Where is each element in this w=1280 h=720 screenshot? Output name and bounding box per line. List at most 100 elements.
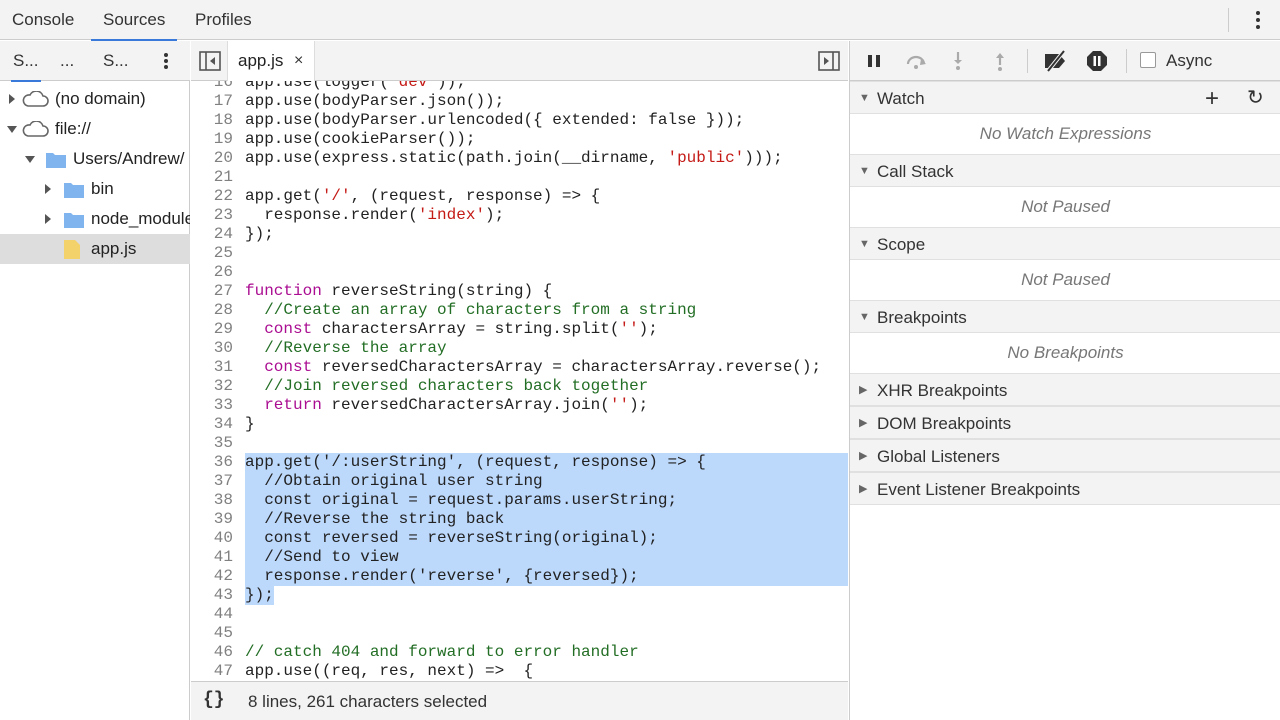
call-stack-pane-header[interactable]: ▼ Call Stack xyxy=(850,154,1280,187)
pretty-print-icon[interactable]: {} xyxy=(203,690,225,710)
code-line[interactable]: 42 response.render('reverse', {reversed}… xyxy=(191,567,848,586)
line-number[interactable]: 25 xyxy=(191,244,233,263)
code-line[interactable]: 47 app.use((req, res, next) => { xyxy=(191,662,848,681)
breakpoints-pane-header[interactable]: ▼ Breakpoints xyxy=(850,300,1280,333)
toggle-debugger-sidebar-icon[interactable] xyxy=(818,51,840,71)
line-number[interactable]: 26 xyxy=(191,263,233,282)
line-number[interactable]: 32 xyxy=(191,377,233,396)
more-options-icon[interactable] xyxy=(1250,8,1266,32)
line-number[interactable]: 16 xyxy=(191,81,233,92)
navigator-menu-icon[interactable] xyxy=(159,51,173,71)
code-line[interactable]: 34} xyxy=(191,415,848,434)
tree-item-bin-folder[interactable]: bin xyxy=(0,174,190,204)
expand-arrow-icon[interactable] xyxy=(42,204,54,234)
refresh-watch-icon[interactable]: ↻ xyxy=(1247,82,1264,115)
code-line[interactable]: 18 app.use(bodyParser.urlencoded({ extend… xyxy=(191,111,848,130)
tab-sources[interactable]: Sources xyxy=(91,0,178,41)
line-number[interactable]: 41 xyxy=(191,548,233,567)
code-line[interactable]: 23 response.render('index'); xyxy=(191,206,848,225)
code-line[interactable]: 38 const original = request.params.userS… xyxy=(191,491,848,510)
code-line[interactable]: 24}); xyxy=(191,225,848,244)
tree-item-no-domain[interactable]: (no domain) xyxy=(0,84,190,114)
code-line[interactable]: 33 return reversedCharactersArray.join('… xyxy=(191,396,848,415)
close-tab-icon[interactable]: × xyxy=(294,41,303,81)
line-number[interactable]: 45 xyxy=(191,624,233,643)
navigator-tab-sources[interactable]: S... xyxy=(11,41,41,82)
code-line[interactable]: 27 function reverseString(string) { xyxy=(191,282,848,301)
line-number[interactable]: 34 xyxy=(191,415,233,434)
line-number[interactable]: 36 xyxy=(191,453,233,472)
pause-on-exceptions-icon[interactable] xyxy=(1085,49,1109,73)
line-number[interactable]: 37 xyxy=(191,472,233,491)
line-number[interactable]: 38 xyxy=(191,491,233,510)
code-line[interactable]: 45 xyxy=(191,624,848,643)
line-number[interactable]: 42 xyxy=(191,567,233,586)
scope-pane-header[interactable]: ▼ Scope xyxy=(850,227,1280,260)
add-watch-icon[interactable]: + xyxy=(1205,82,1219,115)
code-line[interactable]: 37 //Obtain original user string xyxy=(191,472,848,491)
line-number[interactable]: 24 xyxy=(191,225,233,244)
code-line[interactable]: 44 xyxy=(191,605,848,624)
global-listeners-pane-header[interactable]: ▶ Global Listeners xyxy=(850,439,1280,472)
code-line[interactable]: 39 //Reverse the string back xyxy=(191,510,848,529)
navigator-tab-snippets[interactable]: S... xyxy=(103,41,129,81)
async-checkbox[interactable] xyxy=(1140,52,1156,68)
code-line[interactable]: 32 //Join reversed characters back toget… xyxy=(191,377,848,396)
expand-arrow-icon[interactable] xyxy=(6,84,18,114)
code-line[interactable]: 40 const reversed = reverseString(origin… xyxy=(191,529,848,548)
xhr-breakpoints-pane-header[interactable]: ▶ XHR Breakpoints xyxy=(850,373,1280,406)
code-line[interactable]: 31 const reversedCharactersArray = chara… xyxy=(191,358,848,377)
code-line[interactable]: 28 //Create an array of characters from … xyxy=(191,301,848,320)
line-number[interactable]: 20 xyxy=(191,149,233,168)
line-number[interactable]: 19 xyxy=(191,130,233,149)
line-number[interactable]: 18 xyxy=(191,111,233,130)
line-number[interactable]: 33 xyxy=(191,396,233,415)
collapse-arrow-icon[interactable] xyxy=(24,144,36,174)
navigator-tab-more[interactable]: ... xyxy=(60,41,74,81)
line-number[interactable]: 46 xyxy=(191,643,233,662)
deactivate-breakpoints-icon[interactable] xyxy=(1042,49,1070,73)
step-into-icon[interactable] xyxy=(946,49,970,73)
code-line[interactable]: 19 app.use(cookieParser()); xyxy=(191,130,848,149)
line-number[interactable]: 43 xyxy=(191,586,233,605)
line-number[interactable]: 30 xyxy=(191,339,233,358)
toggle-navigator-icon[interactable] xyxy=(199,51,221,71)
tab-profiles[interactable]: Profiles xyxy=(183,0,264,40)
line-number[interactable]: 22 xyxy=(191,187,233,206)
code-line[interactable]: 35 xyxy=(191,434,848,453)
code-line[interactable]: 29 const charactersArray = string.split(… xyxy=(191,320,848,339)
tree-item-file-protocol[interactable]: file:// xyxy=(0,114,190,144)
tree-item-users-folder[interactable]: Users/Andrew/ xyxy=(0,144,190,174)
line-number[interactable]: 31 xyxy=(191,358,233,377)
code-line[interactable]: 30 //Reverse the array xyxy=(191,339,848,358)
code-line[interactable]: 20 app.use(express.static(path.join(__dir… xyxy=(191,149,848,168)
code-line[interactable]: 26 xyxy=(191,263,848,282)
code-line[interactable]: 22 app.get('/', (request, response) => { xyxy=(191,187,848,206)
tab-console[interactable]: Console xyxy=(0,0,86,40)
code-area[interactable]: 16 app.use(logger('dev')); 17 app.use(bodyP… xyxy=(191,81,848,681)
expand-arrow-icon[interactable] xyxy=(42,174,54,204)
step-over-icon[interactable] xyxy=(904,49,928,73)
code-line[interactable]: 43}); xyxy=(191,586,848,605)
pause-icon[interactable] xyxy=(862,49,886,73)
event-listener-breakpoints-pane-header[interactable]: ▶ Event Listener Breakpoints xyxy=(850,472,1280,505)
code-line[interactable]: 36 app.get('/:userString', (request, resp… xyxy=(191,453,848,472)
code-line[interactable]: 41 //Send to view xyxy=(191,548,848,567)
line-number[interactable]: 21 xyxy=(191,168,233,187)
watch-pane-header[interactable]: ▼ Watch + ↻ xyxy=(850,81,1280,114)
code-line[interactable]: 21 xyxy=(191,168,848,187)
line-number[interactable]: 23 xyxy=(191,206,233,225)
dom-breakpoints-pane-header[interactable]: ▶ DOM Breakpoints xyxy=(850,406,1280,439)
tree-item-app-js[interactable]: app.js xyxy=(0,234,190,264)
line-number[interactable]: 40 xyxy=(191,529,233,548)
code-line[interactable]: 25 xyxy=(191,244,848,263)
code-line[interactable]: 46 // catch 404 and forward to error hand… xyxy=(191,643,848,662)
line-number[interactable]: 44 xyxy=(191,605,233,624)
line-number[interactable]: 17 xyxy=(191,92,233,111)
line-number[interactable]: 35 xyxy=(191,434,233,453)
file-tab-app-js[interactable]: app.js × xyxy=(227,41,315,81)
tree-item-node-modules-folder[interactable]: node_modules xyxy=(0,204,190,234)
line-number[interactable]: 39 xyxy=(191,510,233,529)
code-line[interactable]: 17 app.use(bodyParser.json()); xyxy=(191,92,848,111)
collapse-arrow-icon[interactable] xyxy=(6,114,18,144)
